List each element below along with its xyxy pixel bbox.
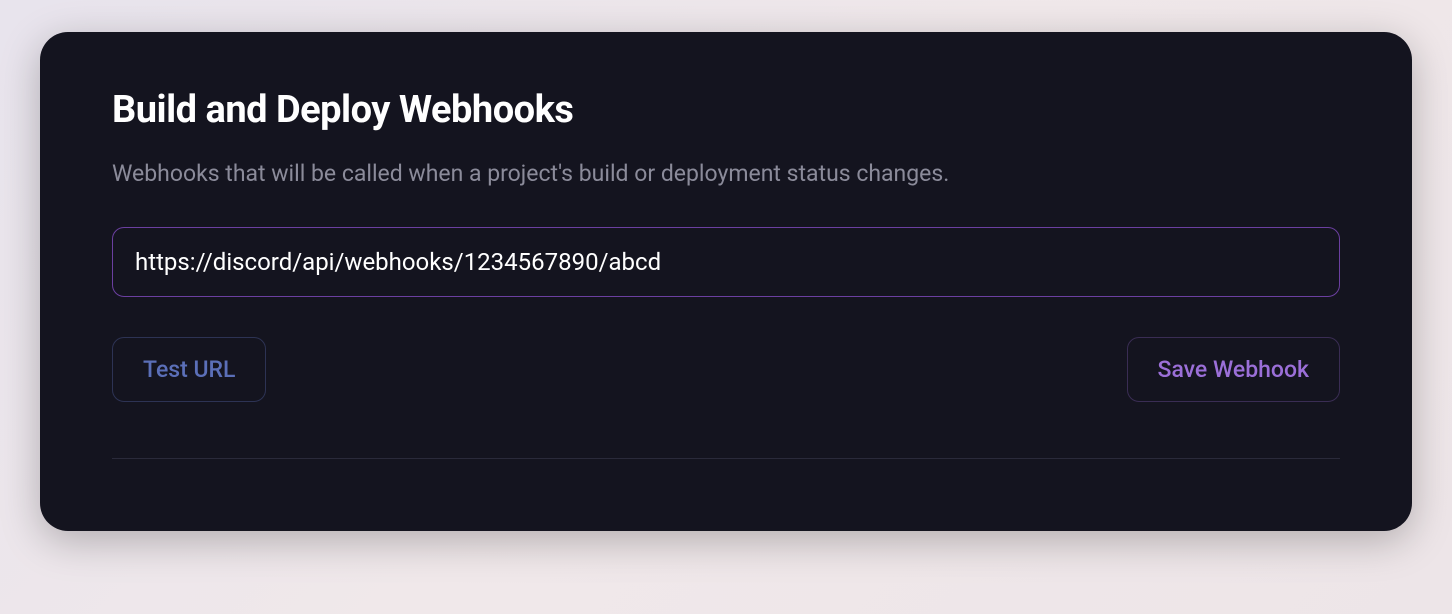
card-title: Build and Deploy Webhooks [112, 88, 1340, 132]
test-url-button[interactable]: Test URL [112, 337, 266, 402]
webhooks-card: Build and Deploy Webhooks Webhooks that … [40, 32, 1412, 531]
divider [112, 458, 1340, 459]
save-webhook-button[interactable]: Save Webhook [1127, 337, 1340, 402]
card-description: Webhooks that will be called when a proj… [112, 160, 1340, 187]
button-row: Test URL Save Webhook [112, 337, 1340, 402]
webhook-url-input[interactable] [112, 227, 1340, 297]
